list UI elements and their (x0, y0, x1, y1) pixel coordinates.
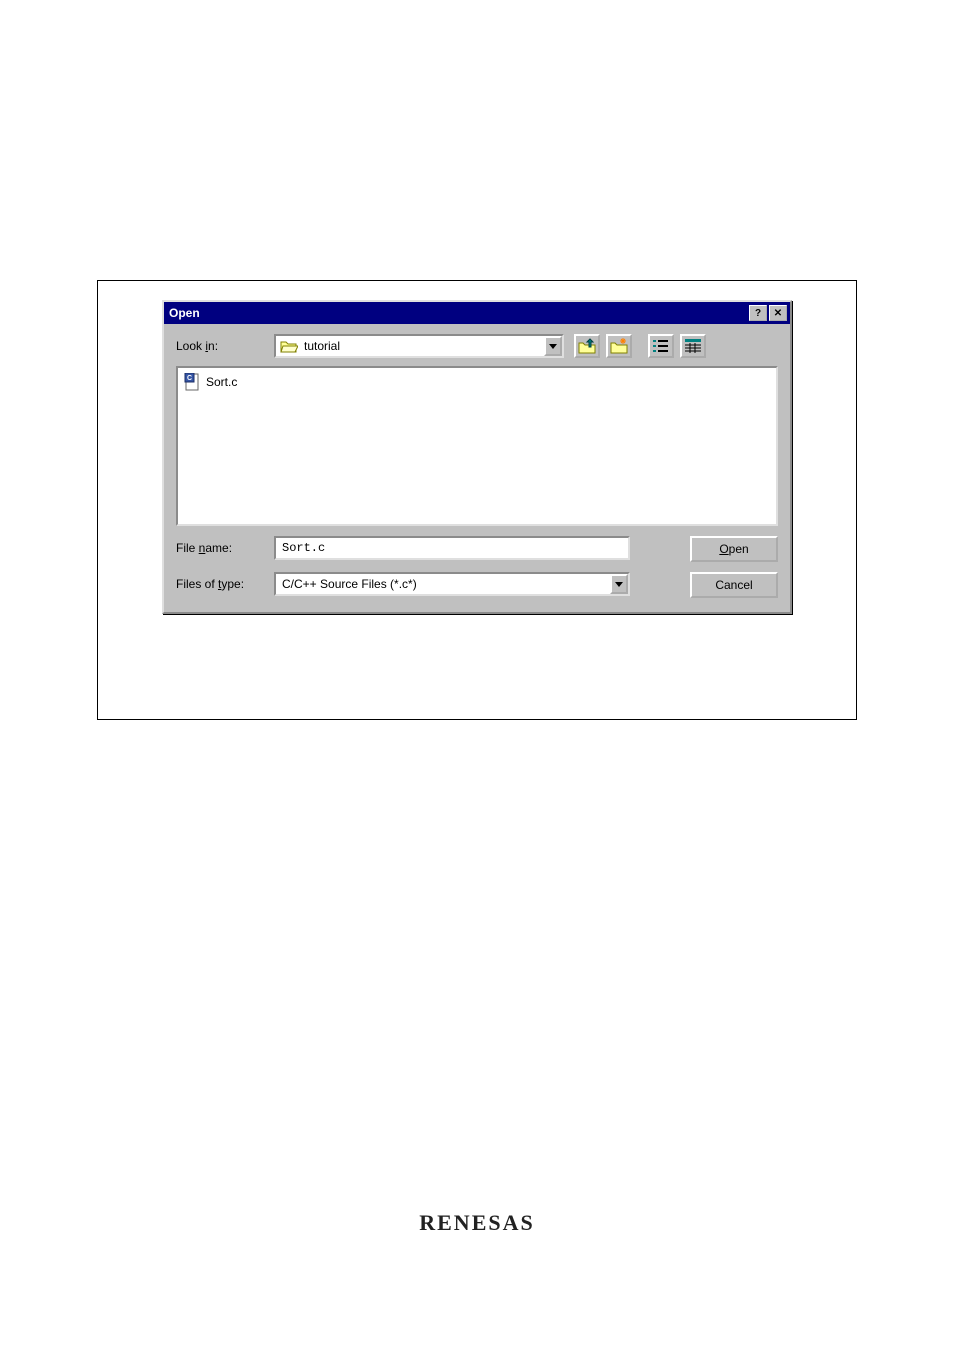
dialog-body: Look in: tutorial (164, 324, 790, 612)
file-item[interactable]: C Sort.c (182, 372, 772, 392)
list-view-icon (653, 339, 669, 353)
lookin-combo[interactable]: tutorial (274, 334, 564, 358)
cancel-button[interactable]: Cancel (690, 572, 778, 598)
lookin-value: tutorial (302, 339, 544, 353)
filename-row: File name: Sort.c (176, 536, 672, 560)
titlebar: Open ? ✕ (164, 302, 790, 324)
list-view-button[interactable] (648, 334, 674, 358)
filetype-select[interactable]: C/C++ Source Files (*.c*) (274, 572, 630, 596)
close-button[interactable]: ✕ (769, 305, 787, 321)
dialog-title: Open (167, 306, 200, 320)
c-source-file-icon: C (184, 373, 202, 391)
filename-label: File name: (176, 541, 274, 555)
bottom-left: File name: Sort.c Files of type: C/C++ S… (176, 536, 672, 598)
svg-text:C: C (187, 375, 192, 382)
lookin-toolbar (574, 334, 706, 358)
close-icon: ✕ (774, 308, 782, 319)
file-item-label: Sort.c (206, 375, 237, 389)
filename-value: Sort.c (282, 541, 325, 555)
lookin-row: Look in: tutorial (176, 334, 778, 358)
file-listing-area[interactable]: C Sort.c (176, 366, 778, 526)
filetype-value: C/C++ Source Files (*.c*) (276, 577, 610, 591)
open-dialog: Open ? ✕ Look in: tutorial (162, 300, 792, 614)
filetype-label: Files of type: (176, 577, 274, 591)
details-view-icon (685, 339, 701, 353)
help-icon: ? (755, 308, 761, 319)
lookin-label: Look in: (176, 339, 274, 353)
bottom-section: File name: Sort.c Files of type: C/C++ S… (176, 536, 778, 598)
folder-open-icon (280, 339, 298, 353)
open-button[interactable]: Open (690, 536, 778, 562)
footer-logo: RENESAS (0, 1210, 954, 1236)
renesas-logo-text: RENESAS (419, 1210, 534, 1235)
titlebar-buttons: ? ✕ (747, 305, 787, 321)
create-new-folder-icon (610, 338, 628, 354)
filetype-row: Files of type: C/C++ Source Files (*.c*) (176, 572, 672, 596)
help-button[interactable]: ? (749, 305, 767, 321)
lookin-dropdown-arrow[interactable] (544, 336, 562, 356)
details-view-button[interactable] (680, 334, 706, 358)
create-new-folder-button[interactable] (606, 334, 632, 358)
bottom-right: Open Cancel (690, 536, 778, 598)
filename-input[interactable]: Sort.c (274, 536, 630, 560)
up-one-level-button[interactable] (574, 334, 600, 358)
up-one-level-icon (578, 338, 596, 354)
filetype-dropdown-arrow[interactable] (610, 574, 628, 594)
